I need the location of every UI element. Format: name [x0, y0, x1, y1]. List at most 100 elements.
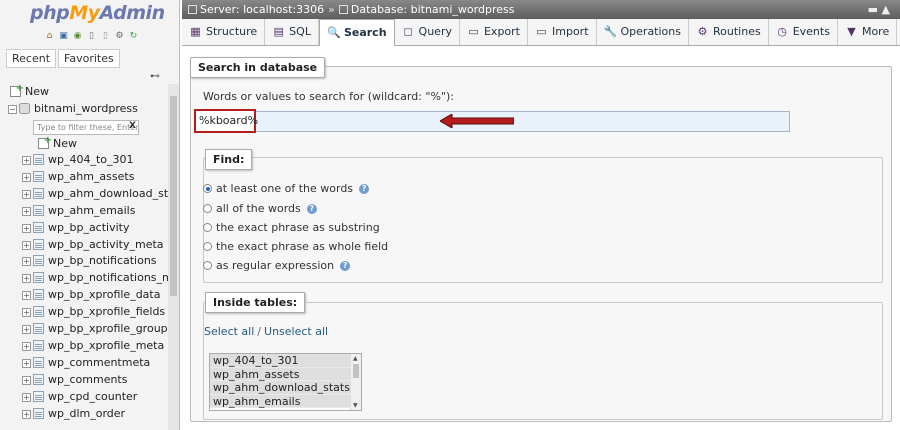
expand-icon[interactable]: +: [22, 240, 31, 250]
select-all-link[interactable]: Select all: [204, 325, 254, 338]
radio-button[interactable]: [203, 261, 212, 270]
tab-query[interactable]: ◻ Query: [394, 19, 460, 45]
find-option[interactable]: as regular expression?: [203, 258, 351, 273]
tables-select-list[interactable]: wp_404_to_301 wp_ahm_assets wp_ahm_downloa…: [209, 353, 362, 411]
tree-table-item[interactable]: + wp_bp_notifications_meta: [22, 270, 179, 286]
tab-routines[interactable]: ⚙ Routines: [689, 19, 769, 45]
tab-sql[interactable]: ▤ SQL: [265, 19, 319, 45]
documentation-icon[interactable]: ▯: [86, 31, 97, 42]
logout-icon[interactable]: ▣: [58, 31, 69, 42]
nav-scrollbar[interactable]: [168, 84, 179, 430]
tree-table-item[interactable]: + wp_ahm_assets: [22, 169, 134, 185]
tree-table-item[interactable]: + wp_commentmeta: [22, 355, 150, 371]
clear-filter-button[interactable]: X: [129, 121, 136, 131]
main-panel: Server: localhost:3306» Database: bitnami…: [182, 0, 900, 430]
tree-filter-input[interactable]: Type to filter these, Enter to search al…: [33, 120, 139, 135]
table-option[interactable]: wp_ahm_emails: [210, 394, 361, 408]
search-words-input[interactable]: [255, 111, 790, 132]
expand-icon[interactable]: +: [22, 308, 31, 318]
query-window-icon[interactable]: ◉: [72, 31, 83, 42]
expand-icon[interactable]: +: [22, 325, 31, 334]
expand-icon[interactable]: +: [22, 409, 31, 419]
collapse-icon[interactable]: −: [8, 105, 17, 114]
tree-table-item[interactable]: + wp_comments: [22, 372, 127, 388]
tab-events[interactable]: ◷ Events: [768, 19, 838, 45]
table-icon: [33, 356, 44, 368]
radio-button[interactable]: [203, 242, 212, 251]
help-icon[interactable]: ?: [359, 183, 370, 194]
tree-table-item[interactable]: + wp_bp_activity: [22, 220, 130, 236]
help-icon[interactable]: ?: [306, 203, 317, 214]
search-value-highlight[interactable]: %kboard%: [194, 109, 258, 133]
unselect-all-link[interactable]: Unselect all: [264, 325, 328, 338]
gear-icon[interactable]: ⚙: [114, 31, 125, 42]
breadcrumb-server[interactable]: Server: localhost:3306: [200, 3, 324, 16]
tab-export[interactable]: ▭ Export: [459, 19, 528, 45]
tree-new-root[interactable]: New: [10, 81, 49, 100]
tab-favorites[interactable]: Favorites: [58, 49, 120, 68]
find-option[interactable]: the exact phrase as whole field: [203, 239, 388, 254]
radio-button[interactable]: [203, 223, 212, 232]
nav-scrollbar-thumb[interactable]: [170, 96, 177, 296]
tab-search[interactable]: 🔍 Search: [318, 19, 395, 46]
table-option[interactable]: wp_ahm_download_stats: [210, 381, 361, 395]
find-option[interactable]: at least one of the words?: [203, 181, 370, 196]
search-legend: Search in database: [190, 57, 326, 78]
window-controls[interactable]: ▬ ▲: [868, 0, 890, 19]
expand-icon[interactable]: +: [22, 172, 31, 182]
tree-table-item[interactable]: + wp_404_to_301: [22, 152, 134, 168]
tab-import[interactable]: ▭ Import: [528, 19, 597, 45]
list-scrollbar[interactable]: ▲ ▼: [350, 354, 361, 410]
import-icon: ▭: [536, 25, 547, 38]
find-option[interactable]: the exact phrase as substring: [203, 220, 380, 235]
tree-table-item[interactable]: + wp_ahm_download_stats: [22, 186, 179, 202]
tree-table-item[interactable]: + wp_bp_notifications: [22, 253, 157, 269]
expand-icon[interactable]: +: [22, 375, 31, 385]
expand-icon[interactable]: +: [22, 156, 31, 165]
database-icon: [19, 103, 30, 114]
table-icon: [33, 238, 44, 250]
tree-table-item[interactable]: + wp_bp_xprofile_meta: [22, 338, 164, 354]
expand-icon[interactable]: +: [22, 206, 31, 216]
list-scrollbar-thumb[interactable]: [353, 364, 359, 378]
table-icon: [33, 390, 44, 402]
query-icon: ◻: [403, 25, 413, 38]
tree-table-item[interactable]: + wp_bp_xprofile_groups: [22, 321, 173, 337]
tree-table-item[interactable]: + wp_bp_xprofile_data: [22, 287, 160, 303]
docs-icon[interactable]: ▯: [100, 31, 111, 42]
sql-icon: ▤: [273, 25, 284, 38]
expand-icon[interactable]: +: [22, 392, 31, 402]
reload-icon[interactable]: ↻: [128, 31, 139, 42]
find-option[interactable]: all of the words?: [203, 201, 317, 216]
expand-icon[interactable]: +: [22, 189, 31, 199]
tree-table-item[interactable]: + wp_bp_xprofile_fields: [22, 304, 165, 320]
expand-icon[interactable]: +: [22, 341, 31, 351]
radio-button[interactable]: [203, 204, 212, 213]
expand-icon[interactable]: +: [22, 257, 31, 267]
tree-table-item[interactable]: + wp_dlm_order: [22, 406, 125, 422]
link-with-main-panel-icon[interactable]: ⊷: [150, 71, 160, 82]
breadcrumb-database[interactable]: Database: bitnami_wordpress: [351, 3, 515, 16]
table-option[interactable]: wp_404_to_301: [210, 354, 361, 368]
tab-structure[interactable]: ▦ Structure: [182, 19, 266, 45]
radio-button[interactable]: [203, 184, 212, 193]
tree-db-new[interactable]: New: [38, 133, 77, 152]
phpmyadmin-logo[interactable]: phpMyAdmin: [30, 2, 165, 24]
table-icon: [33, 154, 44, 165]
scroll-up-icon[interactable]: ▲: [353, 355, 358, 362]
table-option[interactable]: wp_ahm_assets: [210, 367, 361, 381]
tab-more[interactable]: ▼ More: [837, 19, 898, 45]
tab-operations[interactable]: 🔧 Operations: [596, 19, 689, 45]
tree-table-item[interactable]: + wp_bp_activity_meta: [22, 237, 164, 253]
tree-table-item[interactable]: + wp_ahm_emails: [22, 203, 135, 219]
expand-icon[interactable]: +: [22, 358, 31, 368]
expand-icon[interactable]: +: [22, 274, 31, 284]
home-icon[interactable]: ⌂: [44, 31, 55, 42]
help-icon[interactable]: ?: [340, 260, 351, 271]
tab-recent[interactable]: Recent: [6, 49, 57, 68]
expand-icon[interactable]: +: [22, 291, 31, 301]
tree-table-item[interactable]: + wp_cpd_counter: [22, 389, 137, 405]
scroll-down-icon[interactable]: ▼: [353, 402, 358, 409]
expand-icon[interactable]: +: [22, 223, 31, 233]
tree-database[interactable]: − bitnami_wordpress: [8, 101, 138, 117]
